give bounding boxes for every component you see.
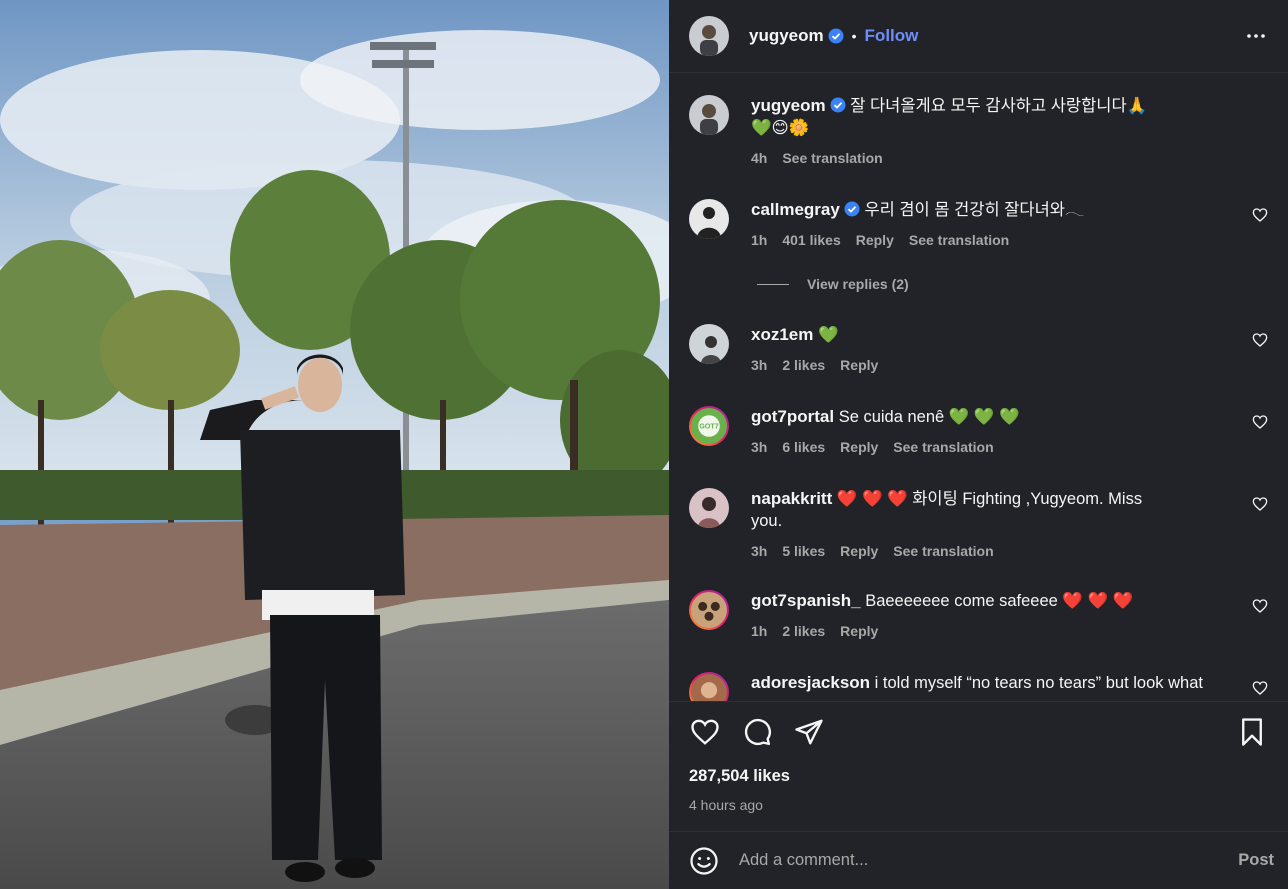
comment-likes[interactable]: 5 likes [782, 540, 825, 562]
svg-text:GOT7: GOT7 [699, 422, 719, 431]
comment-item: GOT7 got7portal Se cuida nenê 💚 💚 💚 3h 6… [689, 406, 1268, 458]
comment-item: xoz1em 💚 3h 2 likes Reply [689, 324, 1268, 376]
commenter-avatar[interactable] [689, 324, 729, 364]
comment-likes[interactable]: 6 likes [782, 436, 825, 458]
comment-text: Se cuida nenê 💚 💚 💚 [838, 408, 1020, 426]
follow-button[interactable]: Follow [865, 26, 919, 46]
see-translation-link[interactable]: See translation [782, 147, 882, 169]
comment-text: i told myself “no tears no tears” but lo… [874, 674, 1203, 692]
commenter-avatar[interactable]: GOT7 [689, 406, 729, 446]
author-avatar[interactable] [689, 16, 729, 56]
reply-button[interactable]: Reply [840, 540, 878, 562]
heart-icon[interactable] [1252, 414, 1268, 430]
replies-divider [757, 283, 789, 285]
post-photo[interactable] [0, 0, 669, 889]
comment-username[interactable]: got7portal [751, 407, 834, 426]
comment-item: got7spanish_ Baeeeeeee come safeeee ❤️ ❤… [689, 590, 1268, 642]
caption: yugyeom 잘 다녀올게요 모두 감사하고 사랑합니다🙏💚😊🌼 4h See… [689, 95, 1268, 169]
comment-username[interactable]: xoz1em [751, 325, 813, 344]
separator-dot: • [851, 28, 857, 44]
bookmark-icon[interactable] [1236, 716, 1268, 748]
commenter-avatar[interactable] [689, 590, 729, 630]
likes-count[interactable]: 287,504 likes [669, 761, 1288, 791]
comment-time: 1h [751, 623, 768, 639]
comment-text: 우리 겸이 몸 건강히 잘다녀와𓂃 [864, 201, 1085, 219]
add-comment-input[interactable] [739, 851, 1239, 870]
more-horizontal-icon[interactable] [1244, 24, 1268, 48]
reply-button[interactable]: Reply [856, 229, 894, 251]
comment-item: adoresjackson i told myself “no tears no… [689, 672, 1268, 701]
comment-username[interactable]: got7spanish_ [751, 591, 861, 610]
comment-text: Baeeeeeee come safeeee ❤️ ❤️ ❤️ [865, 592, 1134, 610]
action-bar [669, 701, 1288, 761]
post-header: yugyeom • Follow [669, 0, 1288, 73]
view-replies-button[interactable]: View replies (2) [757, 276, 909, 292]
caption-time: 4h [751, 150, 768, 166]
comment-item: napakkritt ❤️ ❤️ ❤️ 화이팅 Fighting ,Yugyeo… [689, 488, 1268, 562]
comment-time: 1h [751, 232, 768, 248]
reply-button[interactable]: Reply [840, 354, 878, 376]
comments-list[interactable]: yugyeom 잘 다녀올게요 모두 감사하고 사랑합니다🙏💚😊🌼 4h See… [669, 73, 1288, 701]
comment-composer: Post [669, 831, 1288, 889]
author-username[interactable]: yugyeom [749, 26, 824, 46]
see-translation-link[interactable]: See translation [893, 436, 993, 458]
heart-icon[interactable] [1252, 496, 1268, 512]
comment-time: 3h [751, 357, 768, 373]
verified-badge-icon [828, 28, 844, 44]
comment-item: callmegray 우리 겸이 몸 건강히 잘다녀와𓂃 1h 401 like… [689, 199, 1268, 251]
view-replies-label: View replies (2) [807, 276, 909, 292]
reply-button[interactable]: Reply [840, 436, 878, 458]
verified-badge-icon [830, 97, 846, 113]
heart-icon[interactable] [689, 716, 721, 748]
paper-plane-icon[interactable] [793, 716, 825, 748]
comment-username[interactable]: adoresjackson [751, 673, 870, 692]
see-translation-link[interactable]: See translation [893, 540, 993, 562]
see-translation-link[interactable]: See translation [909, 229, 1009, 251]
commenter-avatar[interactable] [689, 672, 729, 701]
comment-time: 3h [751, 543, 768, 559]
heart-icon[interactable] [1252, 598, 1268, 614]
comment-username[interactable]: callmegray [751, 200, 840, 219]
post-panel: yugyeom • Follow yugyeom 잘 다녀올게요 모두 감사하고… [669, 0, 1288, 889]
comment-likes[interactable]: 401 likes [782, 229, 840, 251]
comment-time: 3h [751, 439, 768, 455]
commenter-avatar[interactable] [689, 199, 729, 239]
comment-likes[interactable]: 2 likes [782, 620, 825, 642]
heart-icon[interactable] [1252, 332, 1268, 348]
comment-likes[interactable]: 2 likes [782, 354, 825, 376]
post-time: 4 hours ago [689, 797, 763, 813]
caption-username[interactable]: yugyeom [751, 96, 826, 115]
post-comment-button[interactable]: Post [1238, 851, 1274, 870]
commenter-avatar[interactable] [689, 488, 729, 528]
comment-bubble-icon[interactable] [741, 716, 773, 748]
author-avatar[interactable] [689, 95, 729, 135]
post-image [0, 0, 669, 889]
comment-text: 💚 [817, 326, 839, 344]
heart-icon[interactable] [1252, 207, 1268, 223]
reply-button[interactable]: Reply [840, 620, 878, 642]
heart-icon[interactable] [1252, 680, 1268, 696]
comment-username[interactable]: napakkritt [751, 489, 832, 508]
smiley-icon[interactable] [689, 846, 719, 876]
verified-badge-icon [844, 201, 860, 217]
